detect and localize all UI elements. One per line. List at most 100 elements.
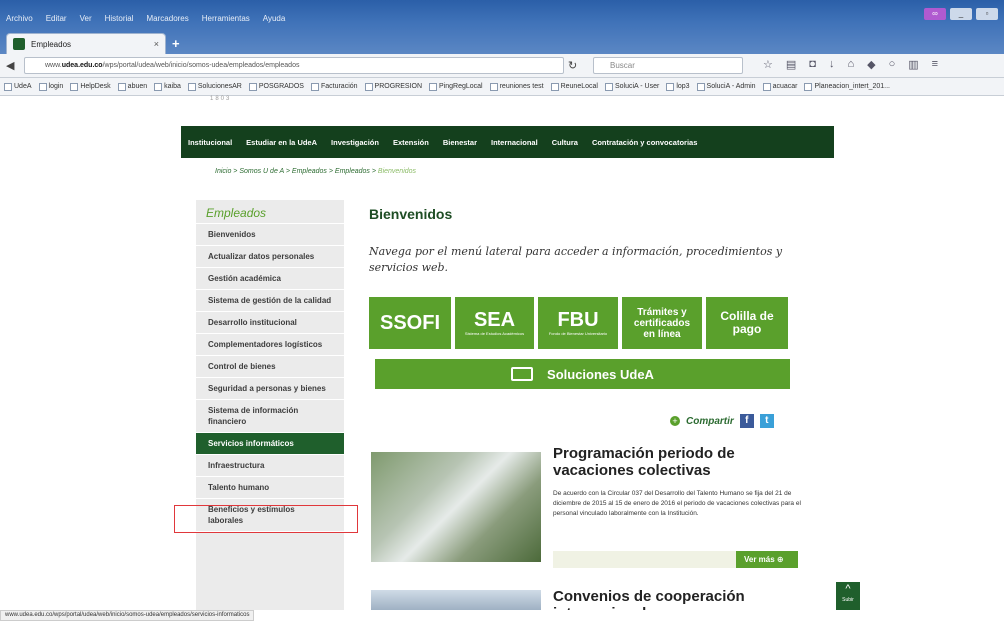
- menu-herramientas[interactable]: Herramientas: [202, 14, 250, 28]
- pocket-icon[interactable]: ◘: [809, 58, 816, 71]
- bookmark-item[interactable]: PingRegLocal: [429, 82, 483, 91]
- bookmark-item[interactable]: HelpDesk: [70, 82, 111, 91]
- bookmark-item[interactable]: SoluciA - User: [604, 82, 659, 91]
- nav-contratacion[interactable]: Contratación y convocatorias: [592, 138, 697, 147]
- bookmark-item[interactable]: PROGRESION: [364, 82, 422, 91]
- bookmark-label: PROGRESION: [374, 83, 422, 90]
- bookmark-item[interactable]: acuacar: [762, 82, 797, 91]
- fbu-tile[interactable]: FBU Fondo de Bienestar Universitario: [538, 297, 618, 349]
- download-icon[interactable]: ↓: [829, 58, 835, 71]
- monitor-icon: [511, 367, 534, 381]
- url-bar[interactable]: www.udea.edu.co/wps/portal/udea/web/inic…: [24, 57, 564, 74]
- sidebar-item[interactable]: Complementadores logísticos: [196, 334, 344, 356]
- soluciones-label: Soluciones UdeA: [547, 366, 654, 382]
- news-title[interactable]: Programación periodo de vacaciones colec…: [553, 445, 803, 479]
- search-placeholder: Buscar: [610, 61, 635, 70]
- share-label[interactable]: Compartir: [686, 416, 734, 427]
- bookmark-label: abuen: [127, 83, 148, 90]
- twitter-icon[interactable]: t: [759, 414, 774, 428]
- soluciones-udea-button[interactable]: Soluciones UdeA: [375, 359, 790, 389]
- bookmark-label: reuniones test: [499, 83, 544, 90]
- bookmark-item[interactable]: lop3: [666, 82, 690, 91]
- menu-marcadores[interactable]: Marcadores: [147, 14, 189, 28]
- close-tab-icon[interactable]: ×: [154, 39, 159, 49]
- reload-icon[interactable]: ↻: [568, 59, 577, 72]
- share-bar: + Compartir f t: [670, 414, 774, 428]
- new-tab-button[interactable]: +: [172, 36, 180, 51]
- restore-button[interactable]: ▫: [976, 8, 998, 20]
- sidebar-item[interactable]: Sistema de gestión de la calidad: [196, 290, 344, 312]
- bookmark-label: Planeacion_intert_201...: [814, 83, 890, 90]
- bookmark-item[interactable]: POSGRADOS: [248, 82, 304, 91]
- bookmark-item[interactable]: Planeacion_intert_201...: [804, 82, 890, 91]
- nav-internacional[interactable]: Internacional: [491, 138, 538, 147]
- bookmark-icon: [762, 82, 771, 91]
- bookmark-item[interactable]: login: [38, 82, 63, 91]
- sidebar-item[interactable]: Desarrollo institucional: [196, 312, 344, 334]
- news-image-fountain[interactable]: [371, 452, 541, 562]
- library-icon[interactable]: ▤: [786, 58, 796, 71]
- sidebar-item[interactable]: Talento humano: [196, 477, 344, 499]
- sea-tile[interactable]: SEA Sistema de Estudios Académicos: [455, 297, 534, 349]
- ssofi-tile[interactable]: SSOFI: [369, 297, 451, 349]
- bookmark-icon: [4, 82, 12, 91]
- bookmark-icon: [604, 82, 613, 91]
- bookmarks-bar: UdeA login HelpDesk abuen kaiba SolucionesAR P…: [0, 78, 1004, 96]
- url-domain: udea.edu.co: [61, 62, 103, 69]
- star-icon[interactable]: ☆: [763, 58, 773, 71]
- sidebar-item[interactable]: Actualizar datos personales: [196, 246, 344, 268]
- news-image-2[interactable]: [371, 590, 541, 610]
- nav-cultura[interactable]: Cultura: [552, 138, 578, 147]
- addon-icon[interactable]: ▥: [908, 58, 918, 71]
- menu-editar[interactable]: Editar: [46, 14, 67, 28]
- news-more-bar: Ver más ⊕: [553, 551, 798, 568]
- ver-mas-button[interactable]: Ver más ⊕: [736, 551, 798, 568]
- search-input[interactable]: Buscar: [593, 57, 743, 74]
- sidebar-item[interactable]: Control de bienes: [196, 356, 344, 378]
- chat-icon[interactable]: ○: [889, 58, 896, 71]
- plus-icon: +: [670, 416, 680, 426]
- extension-icon[interactable]: ◆: [867, 58, 875, 71]
- bookmark-item[interactable]: kaiba: [154, 82, 181, 91]
- menu-ver[interactable]: Ver: [80, 14, 92, 28]
- sidebar-item[interactable]: Infraestructura: [196, 455, 344, 477]
- tramites-tile[interactable]: Trámites y certificados en línea: [622, 297, 702, 349]
- back-to-top-button[interactable]: ^ Subir: [836, 582, 860, 610]
- mask-icon[interactable]: ∞: [924, 8, 946, 20]
- bookmark-icon: [666, 82, 675, 91]
- menu-ayuda[interactable]: Ayuda: [263, 14, 286, 28]
- breadcrumb-current: Bienvenidos: [377, 168, 417, 175]
- bookmark-item[interactable]: SolucionesAR: [187, 82, 242, 91]
- back-arrow-icon[interactable]: ◀: [6, 59, 14, 72]
- sidebar-item[interactable]: Gestión académica: [196, 268, 344, 290]
- nav-institucional[interactable]: Institucional: [188, 138, 232, 147]
- nav-bienestar[interactable]: Bienestar: [443, 138, 477, 147]
- menu-historial[interactable]: Historial: [105, 14, 134, 28]
- bookmark-icon: [70, 82, 79, 91]
- browser-tab[interactable]: Empleados ×: [6, 33, 166, 54]
- home-icon[interactable]: ⌂: [847, 58, 854, 71]
- bookmark-item[interactable]: reuniones test: [489, 82, 544, 91]
- nav-extension[interactable]: Extensión: [393, 138, 429, 147]
- nav-investigacion[interactable]: Investigación: [331, 138, 379, 147]
- bookmark-item[interactable]: SoluciA - Admin: [696, 82, 756, 91]
- subir-label: Subir: [842, 597, 854, 603]
- bookmark-item[interactable]: UdeA: [4, 82, 32, 91]
- sidebar-item[interactable]: Sistema de información financiero: [196, 400, 344, 433]
- colilla-tile[interactable]: Colilla de pago: [706, 297, 788, 349]
- nav-estudiar[interactable]: Estudiar en la UdeA: [246, 138, 317, 147]
- breadcrumb-path[interactable]: Inicio > Somos U de A > Empleados > Empl…: [215, 168, 378, 175]
- browser-menu-bar: Archivo Editar Ver Historial Marcadores …: [0, 14, 285, 28]
- menu-archivo[interactable]: Archivo: [6, 14, 33, 28]
- sidebar-item[interactable]: Seguridad a personas y bienes: [196, 378, 344, 400]
- sidebar-items: Bienvenidos Actualizar datos personales Ge…: [196, 224, 344, 532]
- bookmark-icon: [187, 82, 196, 91]
- bookmark-item[interactable]: abuen: [117, 82, 148, 91]
- sidebar-item[interactable]: Servicios informáticos: [196, 433, 344, 455]
- bookmark-item[interactable]: ReuneLocal: [550, 82, 598, 91]
- minimize-button[interactable]: _: [950, 8, 972, 20]
- sidebar-item[interactable]: Bienvenidos: [196, 224, 344, 246]
- menu-icon[interactable]: ≡: [932, 58, 938, 71]
- facebook-icon[interactable]: f: [739, 414, 754, 428]
- bookmark-item[interactable]: Facturación: [310, 82, 358, 91]
